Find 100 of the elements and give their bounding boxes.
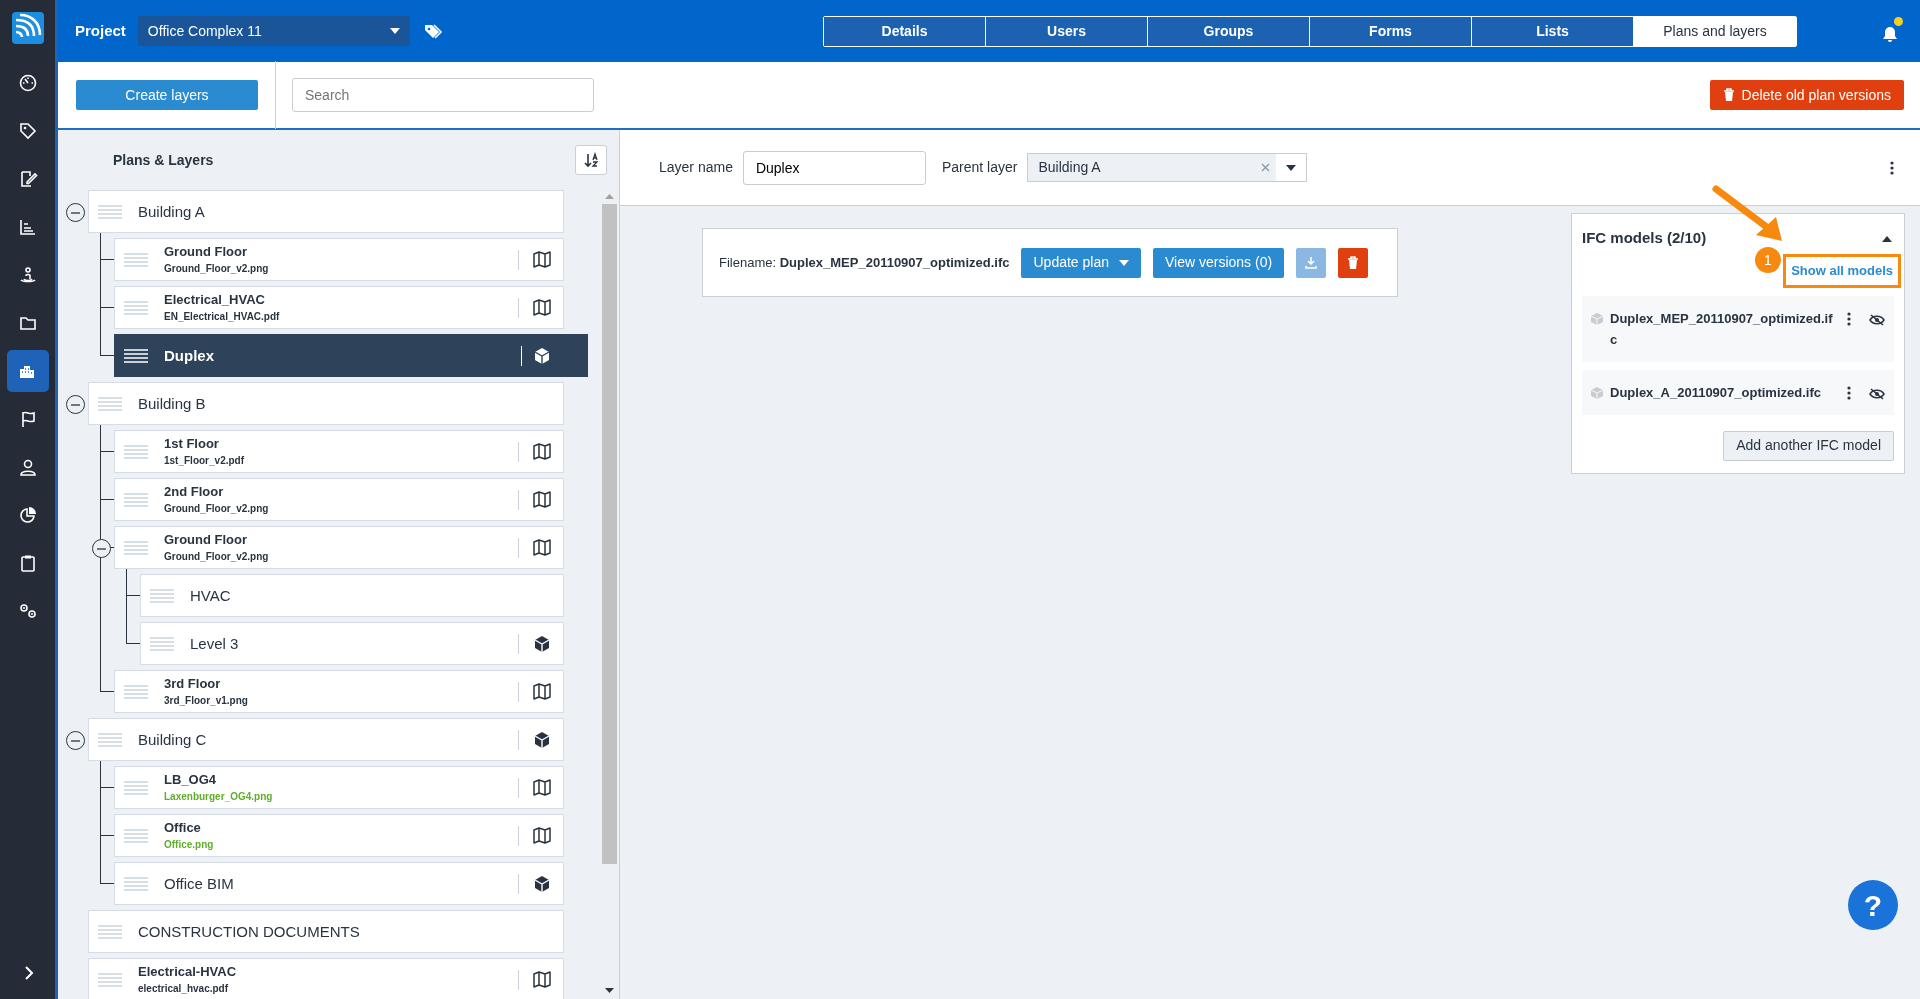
layer-name-field[interactable]: Duplex bbox=[742, 150, 926, 185]
layer-name: Building B bbox=[138, 395, 207, 412]
drag-handle-icon bbox=[124, 875, 148, 892]
clear-icon bbox=[1261, 163, 1271, 172]
layer-row[interactable]: 3rd Floor 3rd_Floor_v1.png bbox=[114, 670, 564, 713]
delete-button[interactable] bbox=[1338, 247, 1369, 278]
cube-icon bbox=[1590, 385, 1604, 400]
tab[interactable]: Lists bbox=[1472, 16, 1634, 46]
add-ifc-model-button[interactable]: Add another IFC model bbox=[1723, 430, 1894, 461]
trash-icon bbox=[1722, 88, 1735, 102]
search-field[interactable]: Search bbox=[292, 78, 594, 112]
panel-title: Plans & Layers bbox=[113, 150, 214, 170]
file-name: Ground_Floor_v2.png bbox=[164, 503, 269, 515]
scroll-up-icon bbox=[604, 192, 615, 200]
layer-row[interactable]: Ground Floor Ground_Floor_v2.png bbox=[114, 238, 564, 281]
file-name: 1st_Floor_v2.pdf bbox=[164, 455, 245, 467]
layer-name: Building A bbox=[138, 203, 206, 220]
gears-icon bbox=[17, 601, 38, 621]
layer-name: Duplex bbox=[164, 347, 215, 364]
map-icon bbox=[533, 539, 551, 556]
layer-name: 3rd Floor bbox=[164, 676, 222, 692]
drag-handle-icon bbox=[150, 587, 174, 604]
kebab-icon bbox=[1847, 385, 1851, 400]
layer-name: Electrical-HVAC bbox=[138, 964, 237, 980]
drag-handle-icon bbox=[98, 923, 122, 940]
model-row[interactable]: Duplex_A_20110907_optimized.ifc bbox=[1582, 369, 1894, 415]
cube-icon bbox=[1590, 311, 1604, 326]
gauge-icon bbox=[17, 73, 38, 93]
help-button[interactable]: ? bbox=[1848, 880, 1898, 930]
tab[interactable]: Plans and layers bbox=[1634, 16, 1796, 46]
layer-row[interactable]: LB_OG4 Laxenburger_OG4.png bbox=[114, 766, 564, 809]
model-row[interactable]: Duplex_MEP_20110907_optimized.ifc bbox=[1582, 295, 1894, 362]
drag-handle-icon bbox=[124, 491, 148, 508]
file-name: 3rd_Floor_v1.png bbox=[164, 695, 248, 707]
sort-button[interactable] bbox=[575, 145, 607, 175]
layer-row[interactable]: Level 3 bbox=[140, 622, 564, 665]
map-icon bbox=[533, 827, 551, 844]
collapse-toggle[interactable] bbox=[92, 539, 111, 558]
layer-name: Level 3 bbox=[190, 635, 240, 652]
panel-title: IFC models (2/10) bbox=[1582, 227, 1707, 248]
layer-name: Office bbox=[164, 820, 202, 836]
layer-row[interactable]: Electrical_HVAC EN_Electrical_HVAC.pdf bbox=[114, 286, 564, 329]
sidebar-item[interactable] bbox=[6, 350, 49, 392]
hidden-eye-icon bbox=[1869, 387, 1885, 400]
caret-icon bbox=[1119, 259, 1129, 266]
pie-chart-icon bbox=[17, 505, 38, 525]
layer-row[interactable]: CONSTRUCTION DOCUMENTS bbox=[88, 910, 564, 953]
person-pin-icon bbox=[17, 265, 38, 285]
layer-row[interactable]: Office BIM bbox=[114, 862, 564, 905]
collapse-toggle[interactable] bbox=[66, 731, 85, 750]
field-label: Layer name bbox=[659, 158, 733, 177]
field-label: Parent layer bbox=[941, 158, 1018, 177]
kebab-icon bbox=[1890, 161, 1894, 176]
file-name: Ground_Floor_v2.png bbox=[164, 551, 269, 563]
tab[interactable]: Users bbox=[986, 16, 1148, 46]
show-all-models-link[interactable]: Show all models bbox=[1783, 254, 1901, 288]
cube-icon bbox=[533, 346, 551, 365]
cube-icon bbox=[533, 634, 551, 653]
layer-name: LB_OG4 bbox=[164, 772, 217, 788]
layer-name: Ground Floor bbox=[164, 244, 249, 260]
update-plan-button[interactable]: Update plan bbox=[1021, 247, 1141, 278]
layer-row[interactable]: 2nd Floor Ground_Floor_v2.png bbox=[114, 478, 564, 521]
tags-icon bbox=[423, 22, 443, 40]
map-icon bbox=[533, 491, 551, 508]
parent-layer-select[interactable]: Building A bbox=[1027, 153, 1308, 182]
tab[interactable]: Forms bbox=[1310, 16, 1472, 46]
delete-old-versions-button[interactable]: Delete old plan versions bbox=[1709, 80, 1904, 110]
layer-row[interactable]: Office Office.png bbox=[114, 814, 564, 857]
file-name: Office.png bbox=[164, 839, 214, 851]
drag-handle-icon bbox=[150, 635, 174, 652]
user-icon bbox=[17, 457, 38, 477]
drag-handle-icon bbox=[124, 347, 148, 364]
layer-row[interactable]: HVAC bbox=[140, 574, 564, 617]
map-icon bbox=[533, 299, 551, 316]
map-icon bbox=[533, 971, 551, 988]
chart-icon bbox=[17, 217, 38, 237]
scroll-down-icon bbox=[604, 987, 615, 995]
layer-name: Building C bbox=[138, 731, 208, 748]
drag-handle-icon bbox=[98, 203, 122, 220]
project-select[interactable]: Office Complex 11 bbox=[137, 16, 410, 46]
tab[interactable]: Details bbox=[824, 16, 986, 46]
view-versions-button[interactable]: View versions (0) bbox=[1153, 247, 1285, 278]
drag-handle-icon bbox=[124, 251, 148, 268]
layer-name: Ground Floor bbox=[164, 532, 249, 548]
file-name: EN_Electrical_HVAC.pdf bbox=[164, 311, 280, 323]
collapse-toggle[interactable] bbox=[66, 395, 85, 414]
caret-icon bbox=[1286, 164, 1297, 171]
layer-row[interactable]: Duplex bbox=[114, 334, 588, 377]
layer-row[interactable]: Electrical-HVAC electrical_hvac.pdf bbox=[88, 958, 564, 999]
map-icon bbox=[533, 443, 551, 460]
layer-name: 2nd Floor bbox=[164, 484, 225, 500]
model-name: Duplex_MEP_20110907_optimized.ifc bbox=[1610, 309, 1834, 349]
drag-handle-icon bbox=[98, 731, 122, 748]
collapse-toggle[interactable] bbox=[66, 203, 85, 222]
project-label: Project bbox=[75, 20, 126, 41]
map-icon bbox=[533, 251, 551, 268]
create-layers-button[interactable]: Create layers bbox=[76, 80, 258, 110]
tab[interactable]: Groups bbox=[1148, 16, 1310, 46]
drag-handle-icon bbox=[124, 779, 148, 796]
layer-row[interactable]: 1st Floor 1st_Floor_v2.pdf bbox=[114, 430, 564, 473]
